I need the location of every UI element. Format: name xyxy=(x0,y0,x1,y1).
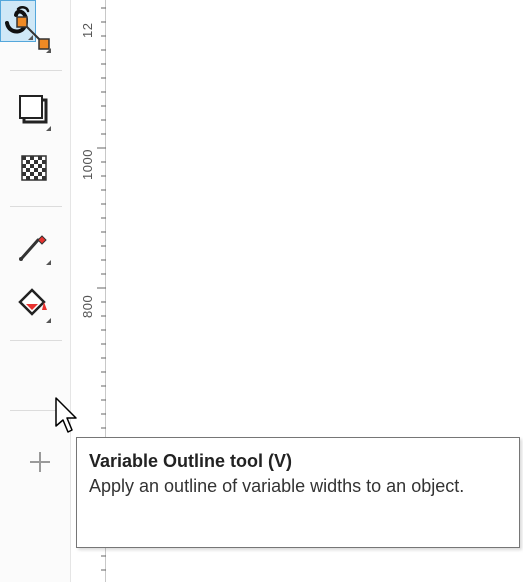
toolbox-separator xyxy=(10,340,62,341)
tool-tooltip: Variable Outline tool (V) Apply an outli… xyxy=(76,437,520,548)
toolbox-separator xyxy=(10,206,62,207)
checkerboard-icon[interactable] xyxy=(14,148,54,188)
ruler-label: 1000 xyxy=(80,149,95,180)
drop-shadow-icon[interactable] xyxy=(14,92,54,132)
ruler-label: 800 xyxy=(80,294,95,318)
plus-icon[interactable] xyxy=(24,446,56,478)
mouse-pointer-icon xyxy=(55,397,77,433)
paint-bucket-icon[interactable] xyxy=(14,284,54,324)
tooltip-description: Apply an outline of variable widths to a… xyxy=(89,476,465,496)
connector-line-icon[interactable] xyxy=(14,14,54,54)
toolbox xyxy=(0,0,70,582)
tooltip-title: Variable Outline tool (V) xyxy=(89,451,293,471)
ruler-label: 12 xyxy=(80,22,95,38)
eyedropper-icon[interactable] xyxy=(14,226,54,266)
toolbox-separator xyxy=(10,70,62,71)
